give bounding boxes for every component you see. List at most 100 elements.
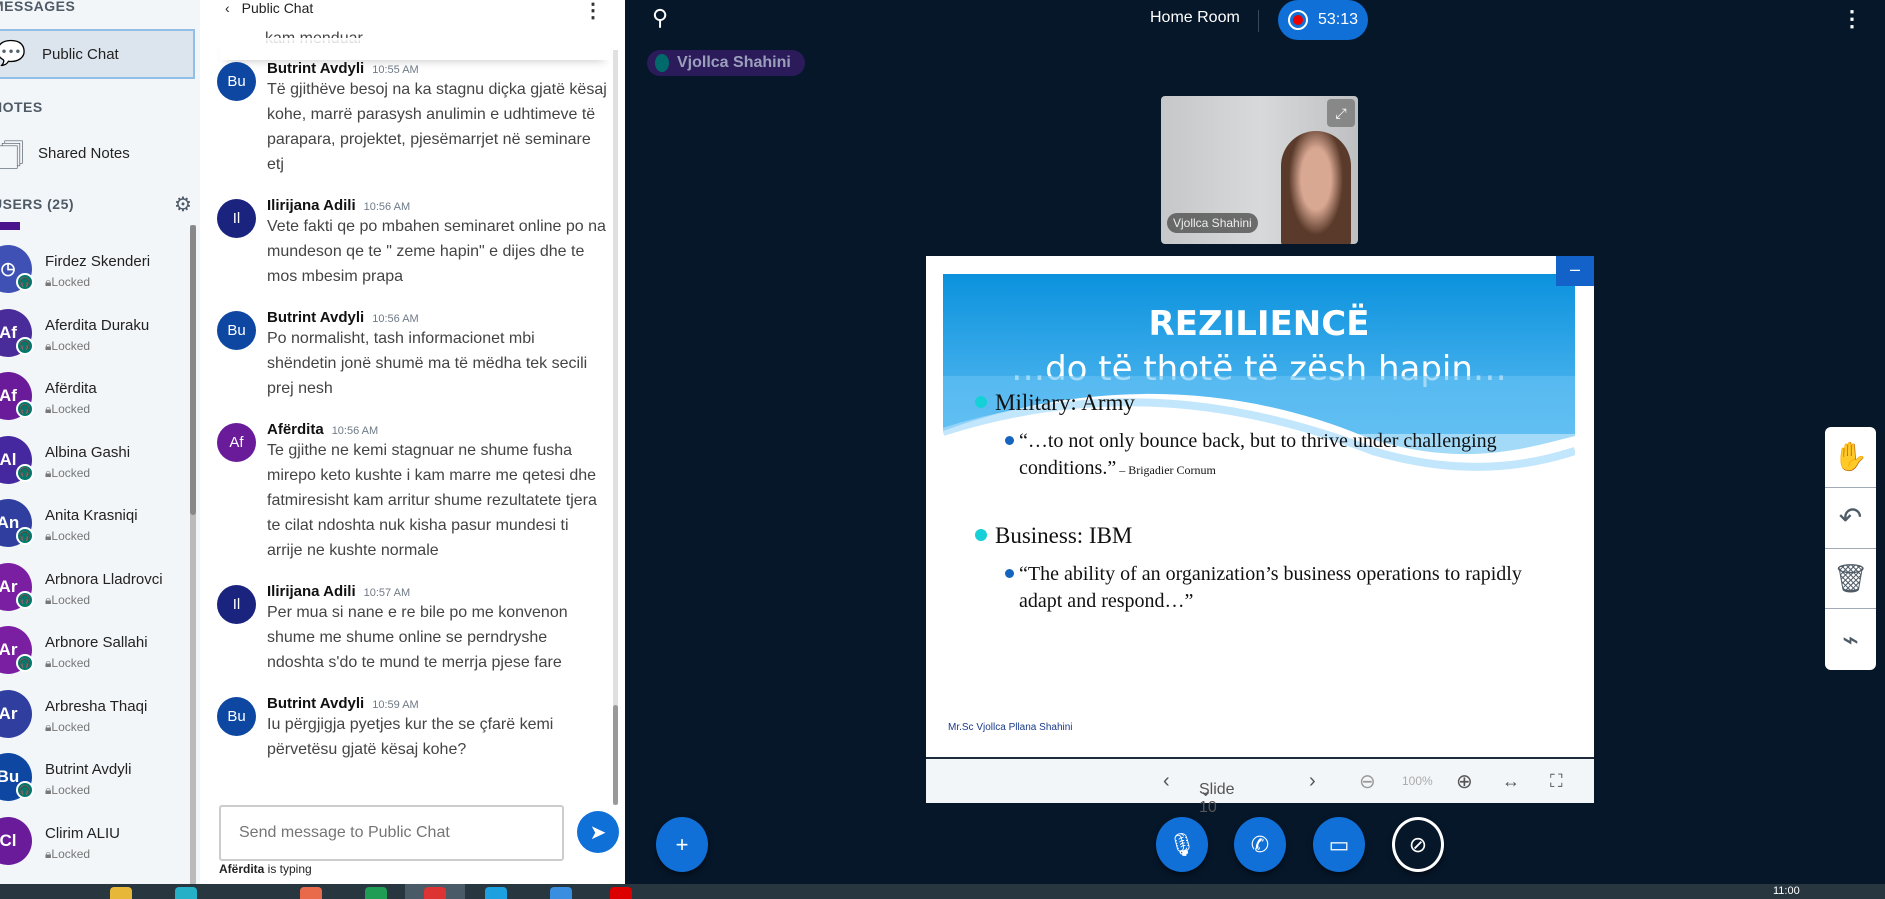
message-author: Ilirijana Adili [267, 583, 356, 600]
minimize-presentation-button[interactable]: – [1556, 256, 1594, 286]
message-avatar: Il [217, 199, 256, 238]
taskbar-app-icon[interactable] [485, 887, 507, 899]
user-item[interactable]: Ar🎧Arbnore Sallahi 🔒︎Locked [0, 616, 200, 680]
user-item[interactable]: Bu🎧Butrint Avdyli 🔒︎Locked [0, 743, 200, 807]
messages-header: MESSAGES [0, 0, 75, 14]
send-button[interactable]: ➤ [577, 811, 619, 853]
talking-indicator: Vjollca Shahini [647, 50, 805, 76]
shared-notes-item[interactable]: Shared Notes [38, 145, 130, 162]
user-name: Anita Krasniqi [45, 507, 138, 524]
message-author: Butrint Avdyli [267, 60, 364, 77]
headphones-icon: 🎧 [16, 527, 34, 545]
phone-icon: ✆ [1251, 832, 1269, 857]
headphones-icon: 🎧 [16, 781, 34, 799]
chat-options-icon[interactable]: ⋮ [583, 0, 603, 23]
user-item[interactable]: Af🎧Afërdita 🔒︎Locked [0, 362, 200, 426]
slide-sub-bullet: “The ability of an organization’s busine… [1019, 561, 1539, 615]
zoom-out-icon[interactable]: ⊖ [1359, 769, 1376, 794]
actions-button[interactable]: + [656, 817, 708, 872]
options-menu-icon[interactable]: ⋮ [1841, 6, 1863, 32]
message-avatar: Il [217, 585, 256, 624]
taskbar-chrome-icon[interactable] [424, 887, 446, 899]
slide-title: REZILIENCË [943, 304, 1575, 344]
taskbar-app-icon[interactable] [610, 887, 632, 899]
chat-message: Bu Butrint Avdyli10:56 AM Po normalisht,… [217, 309, 607, 401]
leave-audio-button[interactable]: ✆ [1234, 817, 1286, 872]
webcam-button[interactable]: ▭ [1313, 817, 1365, 872]
message-avatar: Bu [217, 62, 256, 101]
chat-message: Af Afërdita10:56 AM Te gjithe ne kemi st… [217, 421, 607, 563]
user-item[interactable]: Af🎧Aferdita Duraku 🔒︎Locked [0, 299, 200, 363]
trash-icon[interactable]: 🗑 [1825, 549, 1876, 610]
chevron-down-icon: ⌄ [1199, 781, 1212, 801]
chat-scroll-thumb[interactable] [613, 705, 618, 805]
screen-share-button[interactable]: ⊘ [1392, 817, 1444, 872]
user-status: 🔒︎Locked [45, 529, 90, 544]
user-name: Albina Gashi [45, 444, 130, 461]
user-name: Afërdita [45, 380, 97, 397]
chat-scrollbar[interactable] [613, 50, 618, 805]
chat-message: Il Ilirijana Adili 10:57 AM Per mua si na… [217, 583, 607, 675]
taskbar-clock: 11:00 [1773, 885, 1800, 897]
chat-title: Public Chat [242, 0, 314, 16]
message-avatar: Bu [217, 311, 256, 350]
chevron-left-icon[interactable]: ‹ [225, 0, 230, 16]
user-name: Butrint Avdyli [45, 761, 131, 778]
message-text: Per mua si nane e re bile po me konvenon… [267, 600, 607, 675]
user-icon[interactable]: ⚲ [652, 5, 668, 31]
microphone-button[interactable]: 🎙 [1156, 817, 1208, 872]
message-time: 10:55 AM [372, 64, 418, 76]
quote-text: “…to not only bounce back, but to thrive… [1019, 430, 1497, 479]
user-list-scroll-thumb[interactable] [190, 225, 196, 515]
divider [1258, 10, 1259, 32]
gear-icon[interactable]: ⚙ [174, 192, 192, 217]
headphones-icon: 🎧 [16, 273, 34, 291]
taskbar-app-icon[interactable] [175, 887, 197, 899]
chat-panel: ‹ Public Chat ⋮ kam menduar Bu Butrint A… [200, 0, 625, 884]
user-item[interactable]: ◷🎧Firdez Skenderi 🔒︎Locked [0, 235, 200, 299]
zoom-in-icon[interactable]: ⊕ [1456, 769, 1473, 794]
hand-tool-icon[interactable]: ✋ [1825, 427, 1876, 488]
taskbar-app-icon[interactable] [300, 887, 322, 899]
recording-button[interactable]: 53:13 [1278, 0, 1368, 40]
public-chat-item[interactable]: 💬 Public Chat [0, 29, 195, 79]
user-status: 🔒︎Locked [45, 402, 90, 417]
multi-user-whiteboard-icon[interactable]: ⌁ [1825, 609, 1876, 670]
expand-video-icon[interactable]: ⤢ [1327, 99, 1355, 127]
previous-slide-icon[interactable]: ‹ [1163, 770, 1170, 793]
chat-message-input[interactable] [219, 805, 564, 861]
user-avatar: Cl [0, 817, 32, 865]
user-item[interactable]: ClClirim ALIU 🔒︎Locked [0, 807, 200, 871]
message-list: Bu Butrint Avdyli10:55 AM Të gjithëve be… [217, 60, 607, 782]
fullscreen-icon[interactable]: ⛶ [1550, 771, 1563, 792]
chat-header[interactable]: ‹ Public Chat [225, 0, 313, 16]
public-chat-label: Public Chat [42, 46, 119, 63]
user-item[interactable]: Ar🎧Arbnora Lladrovci 🔒︎Locked [0, 553, 200, 617]
user-item[interactable]: ArArbresha Thaqi 🔒︎Locked [0, 680, 200, 744]
user-name: Arbnore Sallahi [45, 634, 148, 651]
message-avatar: Bu [217, 697, 256, 736]
document-icon: 🗍 [0, 138, 24, 182]
user-status: 🔒︎Locked [45, 783, 90, 798]
message-text: Iu përgjigja pyetjes kur the se çfarë ke… [267, 712, 607, 762]
message-author: Afërdita [267, 421, 324, 438]
taskbar-app-icon[interactable] [550, 887, 572, 899]
taskbar-app-icon[interactable] [365, 887, 387, 899]
user-item[interactable]: Al🎧Albina Gashi 🔒︎Locked [0, 426, 200, 490]
next-slide-icon[interactable]: › [1309, 770, 1316, 793]
user-item[interactable]: An🎧Anita Krasniqi 🔒︎Locked [0, 489, 200, 553]
message-time: 10:57 AM [364, 587, 410, 599]
fit-width-icon[interactable]: ↔ [1502, 771, 1520, 792]
undo-icon[interactable]: ↶ [1825, 488, 1876, 549]
zoom-level: 100% [1402, 774, 1433, 788]
user-status: 🔒︎Locked [45, 275, 90, 290]
headphones-icon: 🎧 [16, 337, 34, 355]
typing-user: Afërdita [219, 862, 264, 876]
webcam-video[interactable]: ⤢ Vjollca Shahini [1161, 96, 1358, 244]
message-author: Ilirijana Adili [267, 197, 356, 214]
presentation-toolbar: ‹ Slide 10 ⌄ › ⊖ 100% ⊕ ↔ ⛶ [926, 757, 1594, 803]
user-status: 🔒︎Locked [45, 847, 90, 862]
taskbar-folder-icon[interactable] [110, 887, 132, 899]
os-taskbar: 11:00 [0, 884, 1885, 899]
room-name: Home Room [1150, 9, 1240, 27]
